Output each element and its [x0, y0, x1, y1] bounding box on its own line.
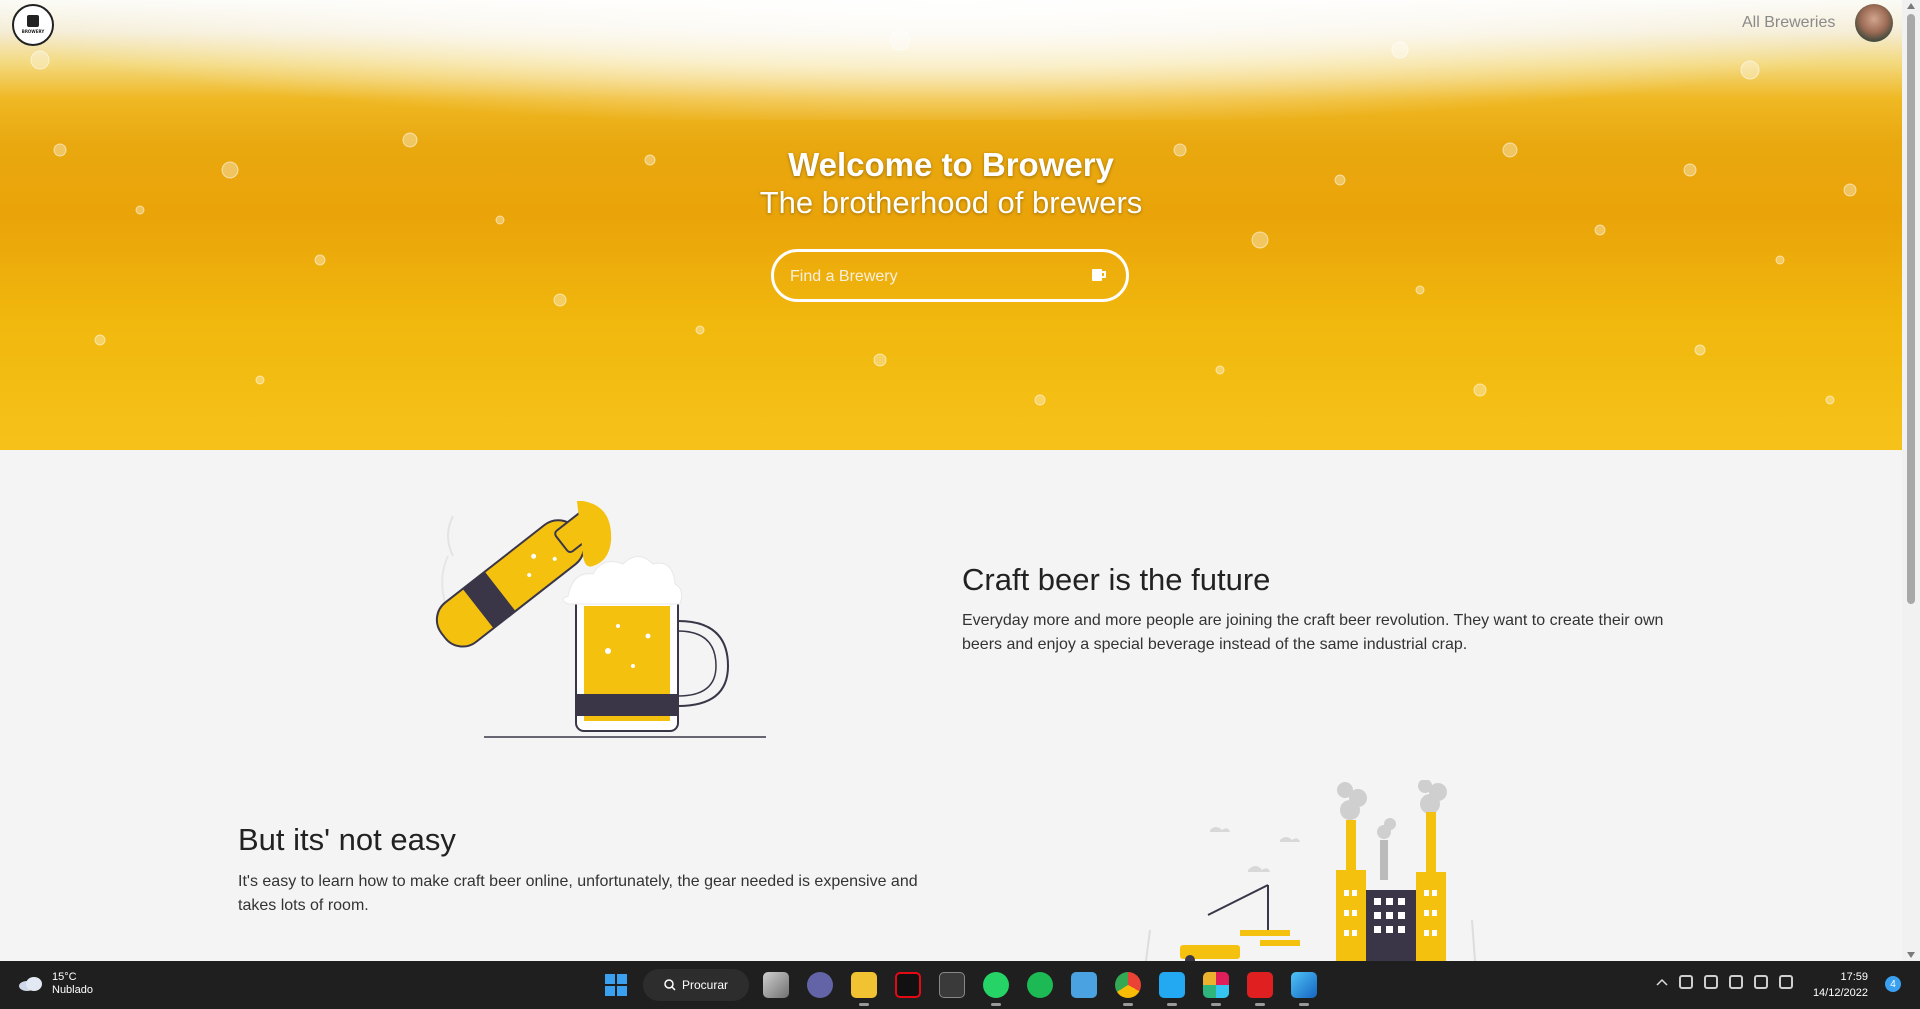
- task-view-icon[interactable]: [763, 972, 789, 998]
- taskbar-clock[interactable]: 17:59 14/12/2022: [1808, 969, 1868, 1001]
- photos-icon[interactable]: [1291, 972, 1317, 1006]
- spotify-icon[interactable]: [1027, 972, 1053, 998]
- network-icon[interactable]: [1729, 975, 1743, 989]
- clock-date: 14/12/2022: [1812, 987, 1868, 999]
- netflix-icon[interactable]: [895, 972, 921, 998]
- brewery-search-input[interactable]: [788, 264, 1082, 290]
- magnifier-icon: [664, 979, 676, 991]
- nav-all-breweries-link[interactable]: All Breweries: [1742, 14, 1835, 32]
- user-avatar[interactable]: [1855, 4, 1893, 42]
- hero-title: Welcome to Browery: [788, 146, 1114, 183]
- not-easy-heading: But its' not easy: [238, 822, 456, 857]
- scroll-down-arrow-icon[interactable]: [1907, 952, 1915, 958]
- vscode-icon[interactable]: [1159, 972, 1185, 1006]
- clock-time: 17:59: [1840, 971, 1868, 983]
- system-tray: [1656, 975, 1793, 989]
- beer-bubbles-decoration: [30, 29, 1857, 406]
- chrome-icon[interactable]: [1115, 972, 1141, 1006]
- notepad-icon[interactable]: [1071, 972, 1097, 998]
- notification-badge[interactable]: 4: [1885, 976, 1901, 992]
- file-explorer-icon[interactable]: [851, 972, 877, 1006]
- cloud-icon: [19, 977, 42, 991]
- browser-viewport: BROWERY All Breweries Welcome to Browery…: [0, 0, 1902, 961]
- hero-banner: BROWERY All Breweries Welcome to Browery…: [0, 0, 1902, 450]
- beer-mug-icon: [27, 14, 39, 27]
- browery-logo[interactable]: BROWERY: [12, 4, 54, 46]
- taskbar-search-label: Procurar: [681, 978, 728, 992]
- slack-icon[interactable]: [1203, 972, 1229, 1006]
- beer-pouring-illustration: [435, 501, 766, 738]
- onedrive-icon[interactable]: [1704, 975, 1718, 989]
- scroll-up-arrow-icon[interactable]: [1907, 3, 1915, 9]
- acrobat-icon[interactable]: [1247, 972, 1273, 1006]
- craft-beer-text: Everyday more and more people are joinin…: [962, 612, 1664, 653]
- weather-text: 15°C Nublado: [52, 971, 93, 997]
- weather-widget[interactable]: 15°C Nublado: [18, 971, 93, 997]
- windows-taskbar: 15°C Nublado Procurar 17:59 14/12/2022 4: [0, 961, 1920, 1009]
- brewery-search-box: [771, 249, 1129, 302]
- windows-start-icon[interactable]: [605, 974, 627, 996]
- volume-icon[interactable]: [1754, 975, 1768, 989]
- logo-text: BROWERY: [21, 28, 45, 34]
- scrollbar-thumb[interactable]: [1907, 14, 1915, 604]
- weather-temperature: 15°C: [52, 971, 77, 983]
- page-scrollbar[interactable]: [1902, 0, 1920, 961]
- taskbar-search-button[interactable]: Procurar: [643, 969, 749, 1001]
- chevron-up-icon[interactable]: [1656, 977, 1668, 987]
- hero-subtitle: The brotherhood of brewers: [759, 185, 1143, 220]
- brewery-factory-illustration: [1145, 780, 1476, 961]
- teams-icon[interactable]: [807, 972, 833, 998]
- weather-description: Nublado: [52, 984, 93, 996]
- whatsapp-icon[interactable]: [983, 972, 1009, 1006]
- battery-icon[interactable]: [1779, 975, 1793, 989]
- craft-beer-heading: Craft beer is the future: [962, 562, 1271, 597]
- beer-mug-search-icon[interactable]: [1090, 266, 1108, 284]
- sync-icon[interactable]: [1679, 975, 1693, 989]
- terminal-icon[interactable]: [939, 972, 965, 998]
- not-easy-text: It's easy to learn how to make craft bee…: [238, 873, 918, 914]
